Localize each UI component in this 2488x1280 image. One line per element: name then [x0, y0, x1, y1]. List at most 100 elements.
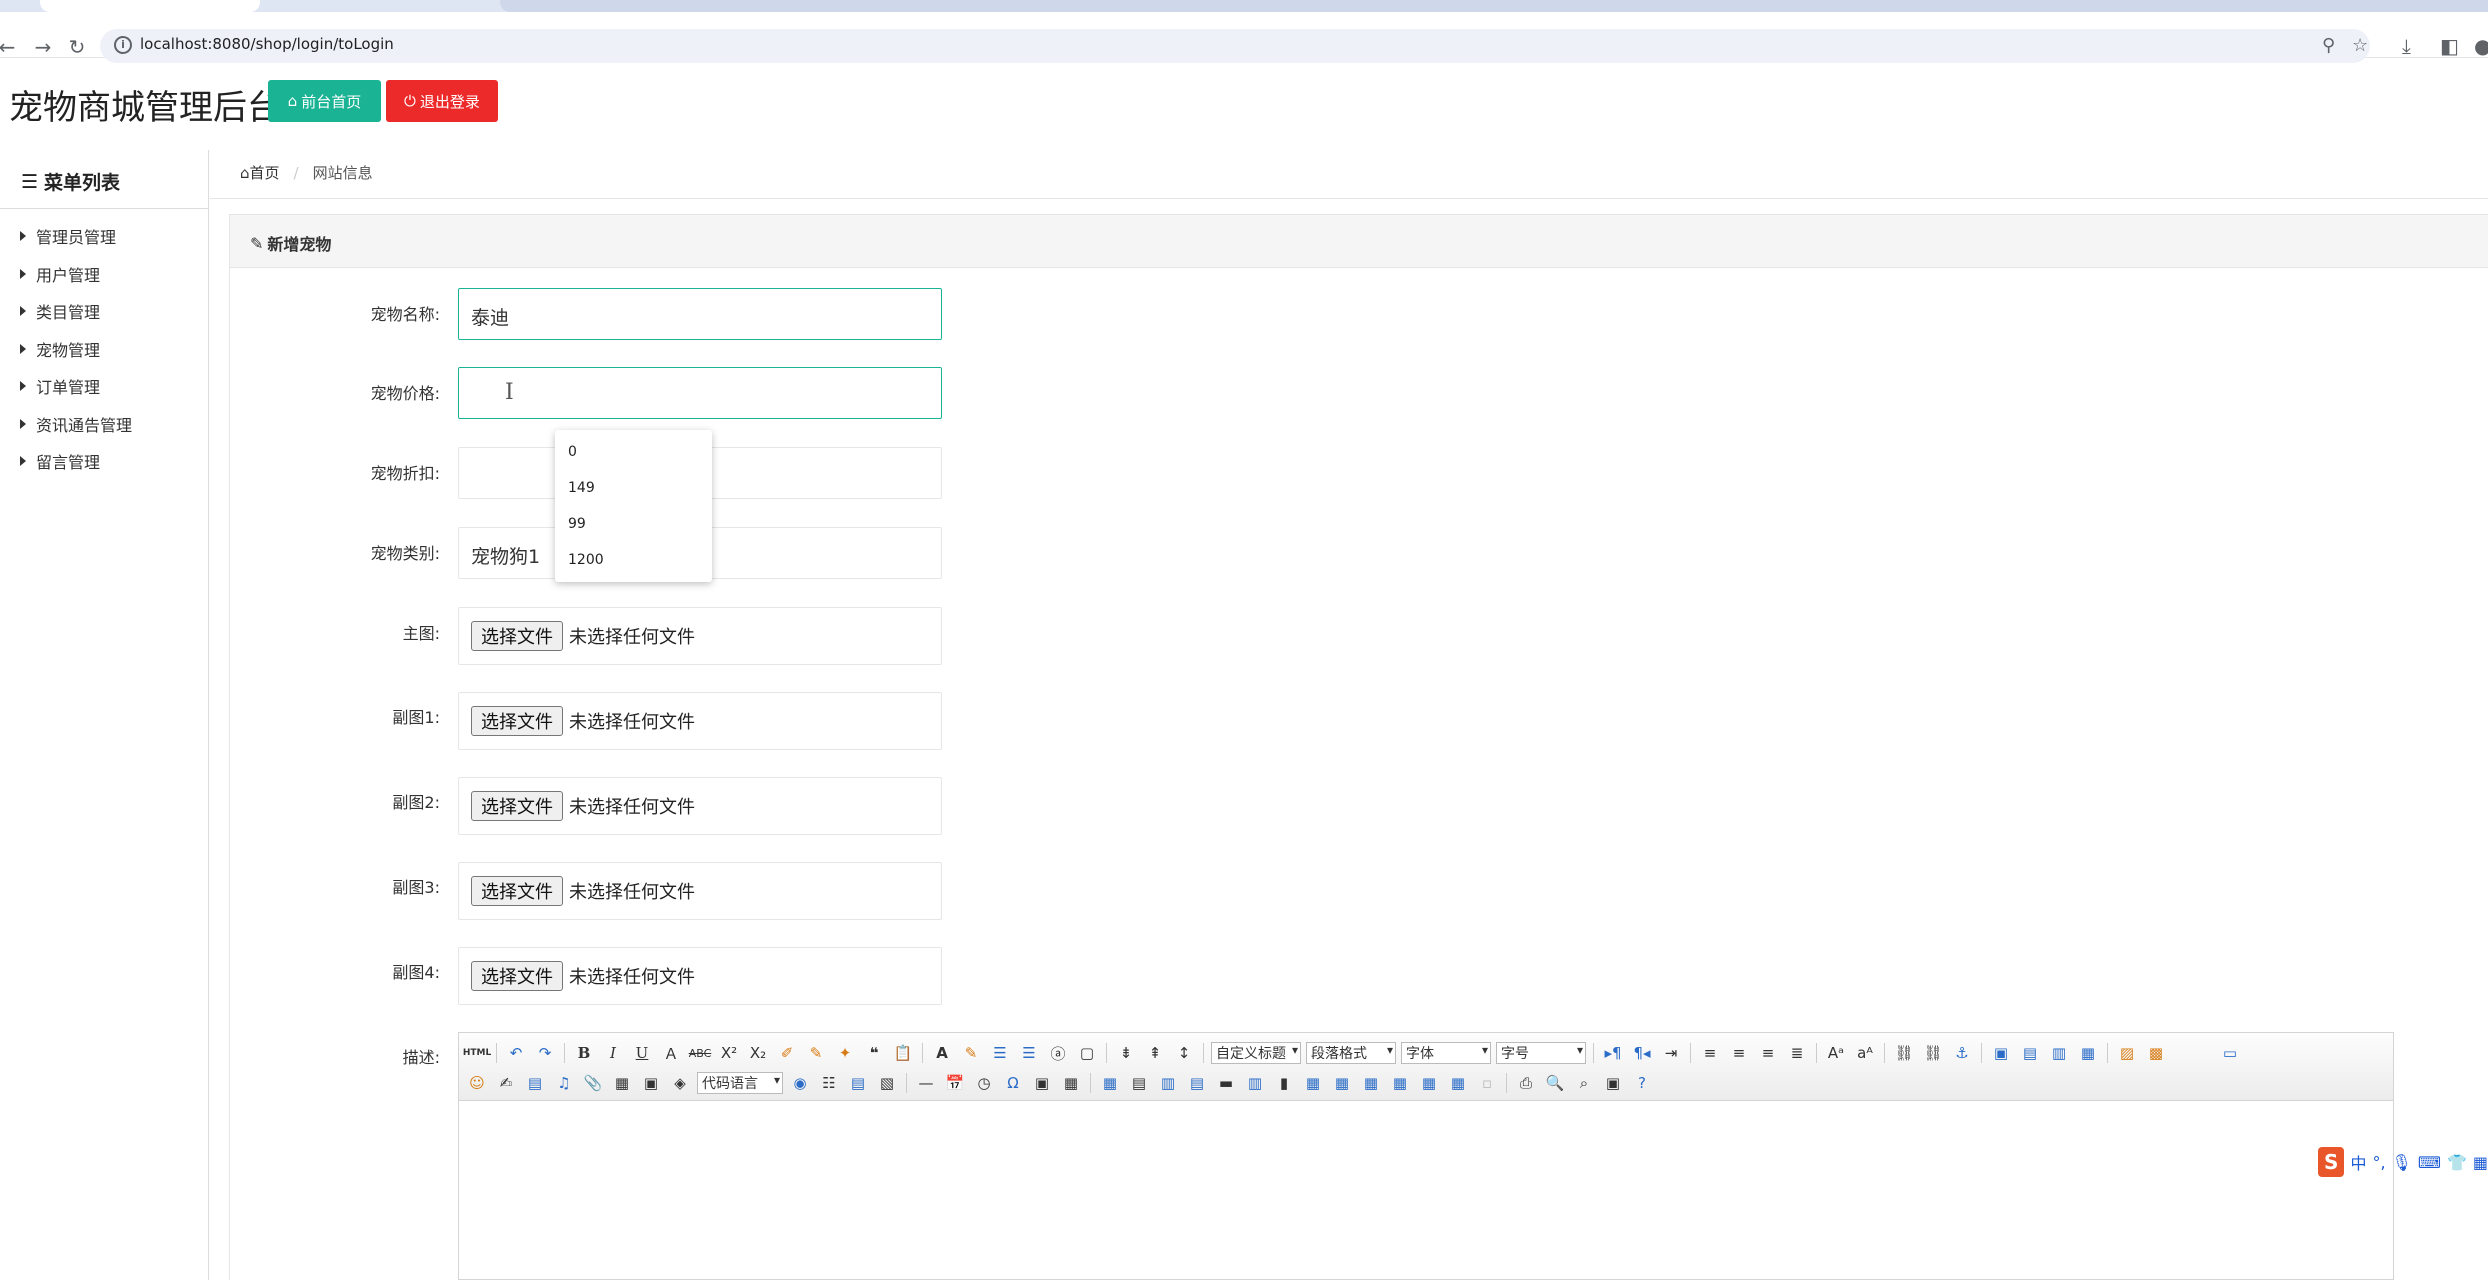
split-to-cells-icon[interactable]: ▦ [1388, 1072, 1412, 1094]
search-replace-icon[interactable]: ⌕ [1572, 1072, 1596, 1094]
merge-right-icon[interactable]: ▦ [1330, 1072, 1354, 1094]
sidebar-item-news[interactable]: 资讯通告管理 [20, 412, 132, 436]
paste-plain-icon[interactable]: 📋 [891, 1042, 915, 1064]
map-icon[interactable]: ▦ [610, 1072, 634, 1094]
insert-table-chart-icon[interactable]: ▦ [1059, 1072, 1083, 1094]
insert-video-icon[interactable]: ▤ [523, 1072, 547, 1094]
sidebar-item-orders[interactable]: 订单管理 [20, 374, 100, 398]
insert-image-icon[interactable]: ▩ [2144, 1042, 2168, 1064]
bookmark-star-icon[interactable]: ☆ [2352, 35, 2368, 56]
forward-icon[interactable]: → [30, 34, 56, 60]
reload-icon[interactable]: ↻ [64, 34, 90, 60]
rtl-icon[interactable]: ¶◂ [1630, 1042, 1654, 1064]
image-right-icon[interactable]: ▥ [2047, 1042, 2071, 1064]
breadcrumb-home[interactable]: ⌂首页 [240, 162, 280, 183]
align-justify-icon[interactable]: ≣ [1785, 1042, 1809, 1064]
autocomplete-option[interactable]: 99 [568, 516, 586, 532]
sub-image-2-file-input[interactable]: 选择文件 未选择任何文件 [458, 777, 942, 835]
address-bar[interactable]: i localhost:8080/shop/login/toLogin ⚲ ☆ [100, 29, 2370, 63]
format-painter-icon[interactable]: ✎ [804, 1042, 828, 1064]
italic-icon[interactable]: I [601, 1042, 625, 1064]
browser-tab-active[interactable] [40, 0, 260, 12]
profile-icon[interactable]: ● [2474, 34, 2488, 58]
scrawl-icon[interactable]: ✍ [494, 1072, 518, 1094]
browser-tab-inactive[interactable] [500, 0, 2488, 12]
sub-image-4-file-input[interactable]: 选择文件 未选择任何文件 [458, 947, 942, 1005]
insert-paragraph-before-table-icon[interactable]: ▥ [1156, 1072, 1180, 1094]
toolbox-icon[interactable]: ▦ [2473, 1153, 2488, 1172]
font-border-icon[interactable]: Ａ [659, 1042, 683, 1064]
description-editor[interactable]: HTML ↶ ↷ B I U Ａ ABC X² X₂ ✐ ✎ ✦ ❝ 📋 A ✎… [458, 1032, 2394, 1280]
sidebar-item-pets[interactable]: 宠物管理 [20, 337, 100, 361]
address-url[interactable]: localhost:8080/shop/login/toLogin [140, 35, 394, 53]
font-size-select[interactable]: 字号 [1496, 1042, 1586, 1064]
font-family-select[interactable]: 字体 [1401, 1042, 1491, 1064]
eraser-icon[interactable]: ✐ [775, 1042, 799, 1064]
split-to-cols-icon[interactable]: ▦ [1446, 1072, 1470, 1094]
autocomplete-option[interactable]: 149 [568, 480, 595, 496]
anchor-icon[interactable]: ⚓ [1950, 1042, 1974, 1064]
preview-icon[interactable]: 🔍 [1543, 1072, 1567, 1094]
horizontal-rule-icon[interactable]: — [914, 1072, 938, 1094]
bold-icon[interactable]: B [572, 1042, 596, 1064]
fullscreen-icon[interactable]: ▭ [2218, 1042, 2242, 1064]
punctuation-icon[interactable]: °, [2372, 1153, 2385, 1172]
background-icon[interactable]: ▤ [846, 1072, 870, 1094]
unordered-list-icon[interactable]: ☰ [1017, 1042, 1041, 1064]
merge-cells-icon[interactable]: ▦ [1301, 1072, 1325, 1094]
strikethrough-icon[interactable]: ABC [688, 1042, 712, 1064]
insert-row-icon[interactable]: ▤ [1185, 1072, 1209, 1094]
choose-file-button[interactable]: 选择文件 [471, 876, 563, 906]
download-icon[interactable]: ⤓ [2402, 34, 2411, 58]
simple-upload-icon[interactable]: ▨ [2115, 1042, 2139, 1064]
indent-icon[interactable]: ⇥ [1659, 1042, 1683, 1064]
draft-icon[interactable]: ▣ [1601, 1072, 1625, 1094]
align-right-icon[interactable]: ≡ [1756, 1042, 1780, 1064]
merge-down-icon[interactable]: ▦ [1359, 1072, 1383, 1094]
image-none-icon[interactable]: ▣ [1989, 1042, 2013, 1064]
help-icon[interactable]: ? [1630, 1072, 1654, 1094]
split-to-rows-icon[interactable]: ▦ [1417, 1072, 1441, 1094]
sub-image-1-file-input[interactable]: 选择文件 未选择任何文件 [458, 692, 942, 750]
template-icon[interactable]: ☷ [817, 1072, 841, 1094]
sidebar-item-admin[interactable]: 管理员管理 [20, 224, 116, 248]
page-break-icon[interactable]: ◉ [788, 1072, 812, 1094]
ime-language-toggle[interactable]: 中 [2350, 1150, 2366, 1174]
ime-logo-icon[interactable]: S [2318, 1147, 2345, 1177]
time-icon[interactable]: ◷ [972, 1072, 996, 1094]
align-center-icon[interactable]: ≡ [1727, 1042, 1751, 1064]
blockquote-icon[interactable]: ❝ [862, 1042, 886, 1064]
ltr-icon[interactable]: ▸¶ [1601, 1042, 1625, 1064]
attachment-icon[interactable]: 📎 [581, 1072, 605, 1094]
sidebar-item-categories[interactable]: 类目管理 [20, 299, 100, 323]
pet-price-input[interactable]: I [458, 367, 942, 419]
image-center-icon[interactable]: ▦ [2076, 1042, 2100, 1064]
autocomplete-option[interactable]: 1200 [568, 552, 604, 568]
choose-file-button[interactable]: 选择文件 [471, 961, 563, 991]
main-image-file-input[interactable]: 选择文件 未选择任何文件 [458, 607, 942, 665]
align-left-icon[interactable]: ≡ [1698, 1042, 1722, 1064]
sub-image-3-file-input[interactable]: 选择文件 未选择任何文件 [458, 862, 942, 920]
background-color-icon[interactable]: ✎ [959, 1042, 983, 1064]
sidebar-item-users[interactable]: 用户管理 [20, 262, 100, 286]
sidebar-item-messages[interactable]: 留言管理 [20, 449, 100, 473]
paragraph-format-select[interactable]: 段落格式 [1306, 1042, 1396, 1064]
wordimage-icon[interactable]: ▧ [875, 1072, 899, 1094]
row-spacing-bottom-icon[interactable]: ⇞ [1143, 1042, 1167, 1064]
superscript-icon[interactable]: X² [717, 1042, 741, 1064]
choose-file-button[interactable]: 选择文件 [471, 621, 563, 651]
gmap-icon[interactable]: ▣ [639, 1072, 663, 1094]
underline-icon[interactable]: U [630, 1042, 654, 1064]
insert-frame-icon[interactable]: ◈ [668, 1072, 692, 1094]
delete-row-icon[interactable]: ▬ [1214, 1072, 1238, 1094]
special-chars-icon[interactable]: Ω [1001, 1072, 1025, 1094]
redo-icon[interactable]: ↷ [533, 1042, 557, 1064]
print-icon[interactable]: ⎙ [1514, 1072, 1538, 1094]
unlink-icon[interactable]: ⛓ [1921, 1042, 1945, 1064]
front-home-button[interactable]: ⌂ 前台首页 [268, 80, 381, 122]
line-height-icon[interactable]: ↕ [1172, 1042, 1196, 1064]
image-left-icon[interactable]: ▤ [2018, 1042, 2042, 1064]
chart-icon[interactable]: ▫ [1475, 1072, 1499, 1094]
font-color-icon[interactable]: A [930, 1042, 954, 1064]
snapscreen-icon[interactable]: ▣ [1030, 1072, 1054, 1094]
